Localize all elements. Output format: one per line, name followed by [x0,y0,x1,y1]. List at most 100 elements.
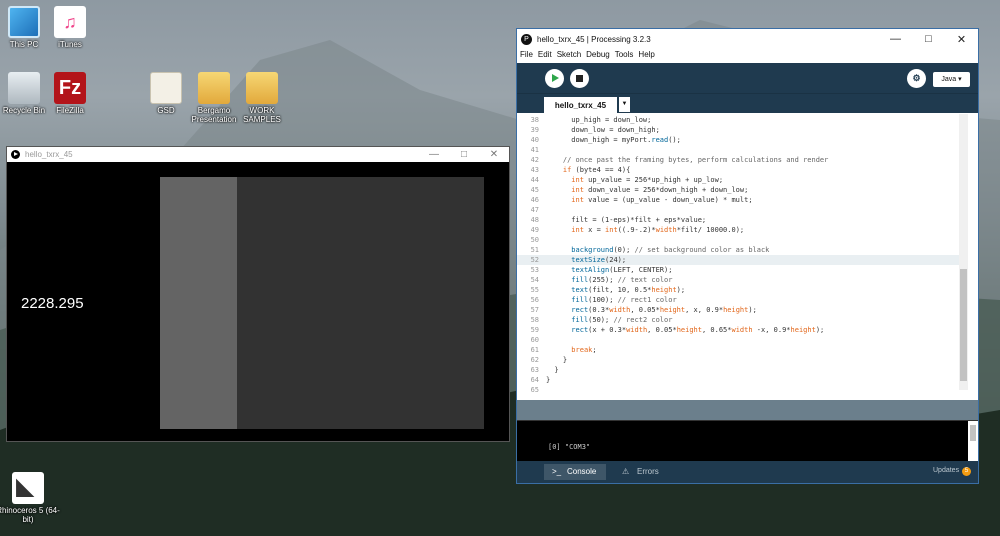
close-icon[interactable]: ✕ [945,33,978,46]
line-number: 65 [530,386,539,394]
ide-title-bar[interactable]: P hello_txrx_45 | Processing 3.2.3 — □ ✕ [517,29,978,50]
updates-link[interactable]: Updates 5 [933,467,972,476]
desktop-icon-label: FileZilla [56,106,84,115]
console-scrollbar-thumb[interactable] [970,425,976,441]
code-line[interactable]: 54 fill(255); // text color [517,275,968,285]
sketch-window[interactable]: hello_txrx_45 — □ ✕ 2228.295 [6,146,510,442]
ide-window-title: hello_txrx_45 | Processing 3.2.3 [537,35,651,44]
errors-tab-label: Errors [637,467,659,476]
tab-menu-arrow-icon[interactable]: ▼ [619,97,630,112]
code-line[interactable]: 62 } [517,355,968,365]
code-line[interactable]: 63 } [517,365,968,375]
code-text: text(filt, 10, 0.5*height); [571,286,686,294]
code-text: down_low = down_high; [546,126,660,134]
code-line[interactable]: 51 background(0); // set background colo… [517,245,968,255]
code-line[interactable]: 40 down_high = myPort.read(); [517,135,968,145]
line-number: 38 [530,116,539,124]
processing-ide-window[interactable]: P hello_txrx_45 | Processing 3.2.3 — □ ✕… [516,28,979,484]
line-number: 52 [530,256,539,264]
line-number: 51 [530,246,539,254]
code-text: background(0); // set background color a… [571,246,770,254]
code-line[interactable]: 61 break; [517,345,968,355]
updates-count-badge: 5 [962,467,972,476]
line-number: 60 [530,336,539,344]
code-line[interactable]: 64} [517,375,968,385]
desktop-icon-rhinoceros[interactable]: Rhinoceros 5 (64-bit) [0,472,60,524]
code-line[interactable]: 60 [517,335,968,345]
sketch-canvas[interactable]: 2228.295 [8,163,484,429]
editor-scrollbar-thumb[interactable] [960,269,967,381]
code-line[interactable]: 55 text(filt, 10, 0.5*height); [517,285,968,295]
menu-debug[interactable]: Debug [586,50,610,63]
desktop-icon-filezilla[interactable]: Fz FileZilla [38,72,102,115]
mode-selector[interactable]: Java ▾ [933,72,970,87]
code-text: } [546,356,568,364]
code-line[interactable]: 38 up_high = down_low; [517,115,968,125]
debug-button[interactable]: ⚙ [907,69,926,88]
code-text: fill(100); // rect1 color [571,296,677,304]
code-line[interactable]: 48 filt = (1-eps)*filt + eps*value; [517,215,968,225]
line-number: 50 [530,236,539,244]
code-text: if (byte4 == 4){ [562,166,631,174]
console-area[interactable]: [0] "COM3" [517,420,978,462]
desktop-icon-work-samples[interactable]: WORK SAMPLES [230,72,294,124]
code-text: rect(0.3*width, 0.05*height, x, 0.9*heig… [571,306,757,314]
console-icon: >_ [552,467,562,476]
menu-sketch[interactable]: Sketch [557,50,581,63]
code-line[interactable]: 52 textSize(24); [517,255,968,265]
line-number: 56 [530,296,539,304]
code-text: break; [571,346,597,354]
console-tab[interactable]: >_ Console [544,464,606,480]
maximize-icon[interactable]: □ [912,33,945,46]
filezilla-icon: Fz [54,72,86,104]
code-line[interactable]: 56 fill(100); // rect1 color [517,295,968,305]
line-number: 58 [530,316,539,324]
tab-hello-txrx-45[interactable]: hello_txrx_45 [544,97,617,114]
line-number: 42 [530,156,539,164]
menu-file[interactable]: File [520,50,533,63]
menu-help[interactable]: Help [638,50,654,63]
line-number: 49 [530,226,539,234]
code-line[interactable]: 57 rect(0.3*width, 0.05*height, x, 0.9*h… [517,305,968,315]
line-number: 46 [530,196,539,204]
code-line[interactable]: 58 fill(50); // rect2 color [517,315,968,325]
line-number: 62 [530,356,539,364]
code-line[interactable]: 65 [517,385,968,395]
code-line[interactable]: 59 rect(x + 0.3*width, 0.05*height, 0.65… [517,325,968,335]
errors-tab[interactable]: ⚠ Errors [614,464,669,480]
code-line[interactable]: 47 [517,205,968,215]
code-editor[interactable]: 38 up_high = down_low; 39 down_low = down… [517,114,978,400]
desktop-icon-itunes[interactable]: iTunes [38,6,102,49]
updates-label: Updates [933,467,960,474]
code-line[interactable]: 44 int up_value = 256*up_high + up_low; [517,175,968,185]
code-line[interactable]: 53 textAlign(LEFT, CENTER); [517,265,968,275]
rect1-bar [160,177,237,429]
minimize-icon[interactable]: — [419,149,449,160]
code-line[interactable]: 45 int down_value = 256*down_high + down… [517,185,968,195]
code-line[interactable]: 41 [517,145,968,155]
run-button[interactable] [545,69,564,88]
code-line[interactable]: 39 down_low = down_high; [517,125,968,135]
maximize-icon[interactable]: □ [449,149,479,160]
code-line[interactable]: 46 int value = (up_value - down_value) *… [517,195,968,205]
recycle-bin-icon [8,72,40,104]
code-text: int down_value = 256*down_high + down_lo… [571,186,749,194]
code-line[interactable]: 49 int x = int((.9-.2)*width*filt/ 10000… [517,225,968,235]
code-line[interactable]: 42 // once past the framing bytes, perfo… [517,155,968,165]
close-icon[interactable]: ✕ [479,149,509,160]
line-number: 55 [530,286,539,294]
code-line[interactable]: 43 if (byte4 == 4){ [517,165,968,175]
line-number: 64 [530,376,539,384]
console-output: [0] "COM3" [548,443,591,451]
code-text: } [546,376,551,384]
menu-edit[interactable]: Edit [538,50,552,63]
sketch-title-bar[interactable]: hello_txrx_45 — □ ✕ [7,147,509,162]
minimize-icon[interactable]: — [879,33,912,46]
code-line[interactable]: 50 [517,235,968,245]
folder-icon [246,72,278,104]
processing-logo-icon: P [521,34,532,45]
menu-tools[interactable]: Tools [615,50,634,63]
stop-button[interactable] [570,69,589,88]
folder-icon [198,72,230,104]
menu-bar: File Edit Sketch Debug Tools Help [517,50,978,63]
